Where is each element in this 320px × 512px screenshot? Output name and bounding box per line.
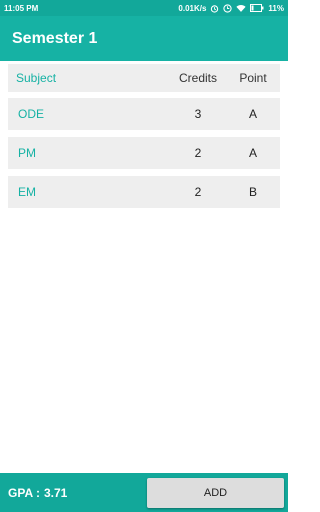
gpa-display: GPA : 3.71 [8,486,67,500]
gpa-label: GPA : [8,485,40,500]
row-point: A [248,146,257,160]
alarm-icon [211,4,219,13]
battery-icon [250,4,264,12]
table-header: Subject Credits Point [8,64,280,92]
status-bar: 11:05 PM 0.01K/s 11% [0,0,288,16]
header-subject: Subject [16,71,57,85]
subject-list: ODE 3 A PM 2 A EM 2 B [8,98,280,215]
gpa-value: 3.71 [44,485,68,500]
table-row[interactable]: EM 2 B [8,176,280,208]
row-subject: ODE [18,107,45,121]
row-point: A [248,107,257,121]
row-point: B [248,185,257,199]
row-credits: 3 [194,107,202,121]
page-title: Semester 1 [12,29,98,47]
header-credits: Credits [178,71,217,85]
row-subject: PM [18,146,36,160]
app-bar: Semester 1 [0,16,288,61]
row-subject: EM [18,185,36,199]
row-credits: 2 [194,185,202,199]
status-time: 11:05 PM [4,3,39,13]
table-row[interactable]: PM 2 A [8,137,280,169]
battery-percent: 11% [268,3,284,13]
network-speed: 0.01K/s [178,3,207,13]
add-button[interactable]: ADD [147,478,284,508]
table-row[interactable]: ODE 3 A [8,98,280,130]
row-credits: 2 [194,146,202,160]
header-point: Point [239,71,267,85]
status-icons: 0.01K/s 11% [178,4,284,13]
wifi-icon [236,4,247,12]
clock-icon [223,3,233,13]
